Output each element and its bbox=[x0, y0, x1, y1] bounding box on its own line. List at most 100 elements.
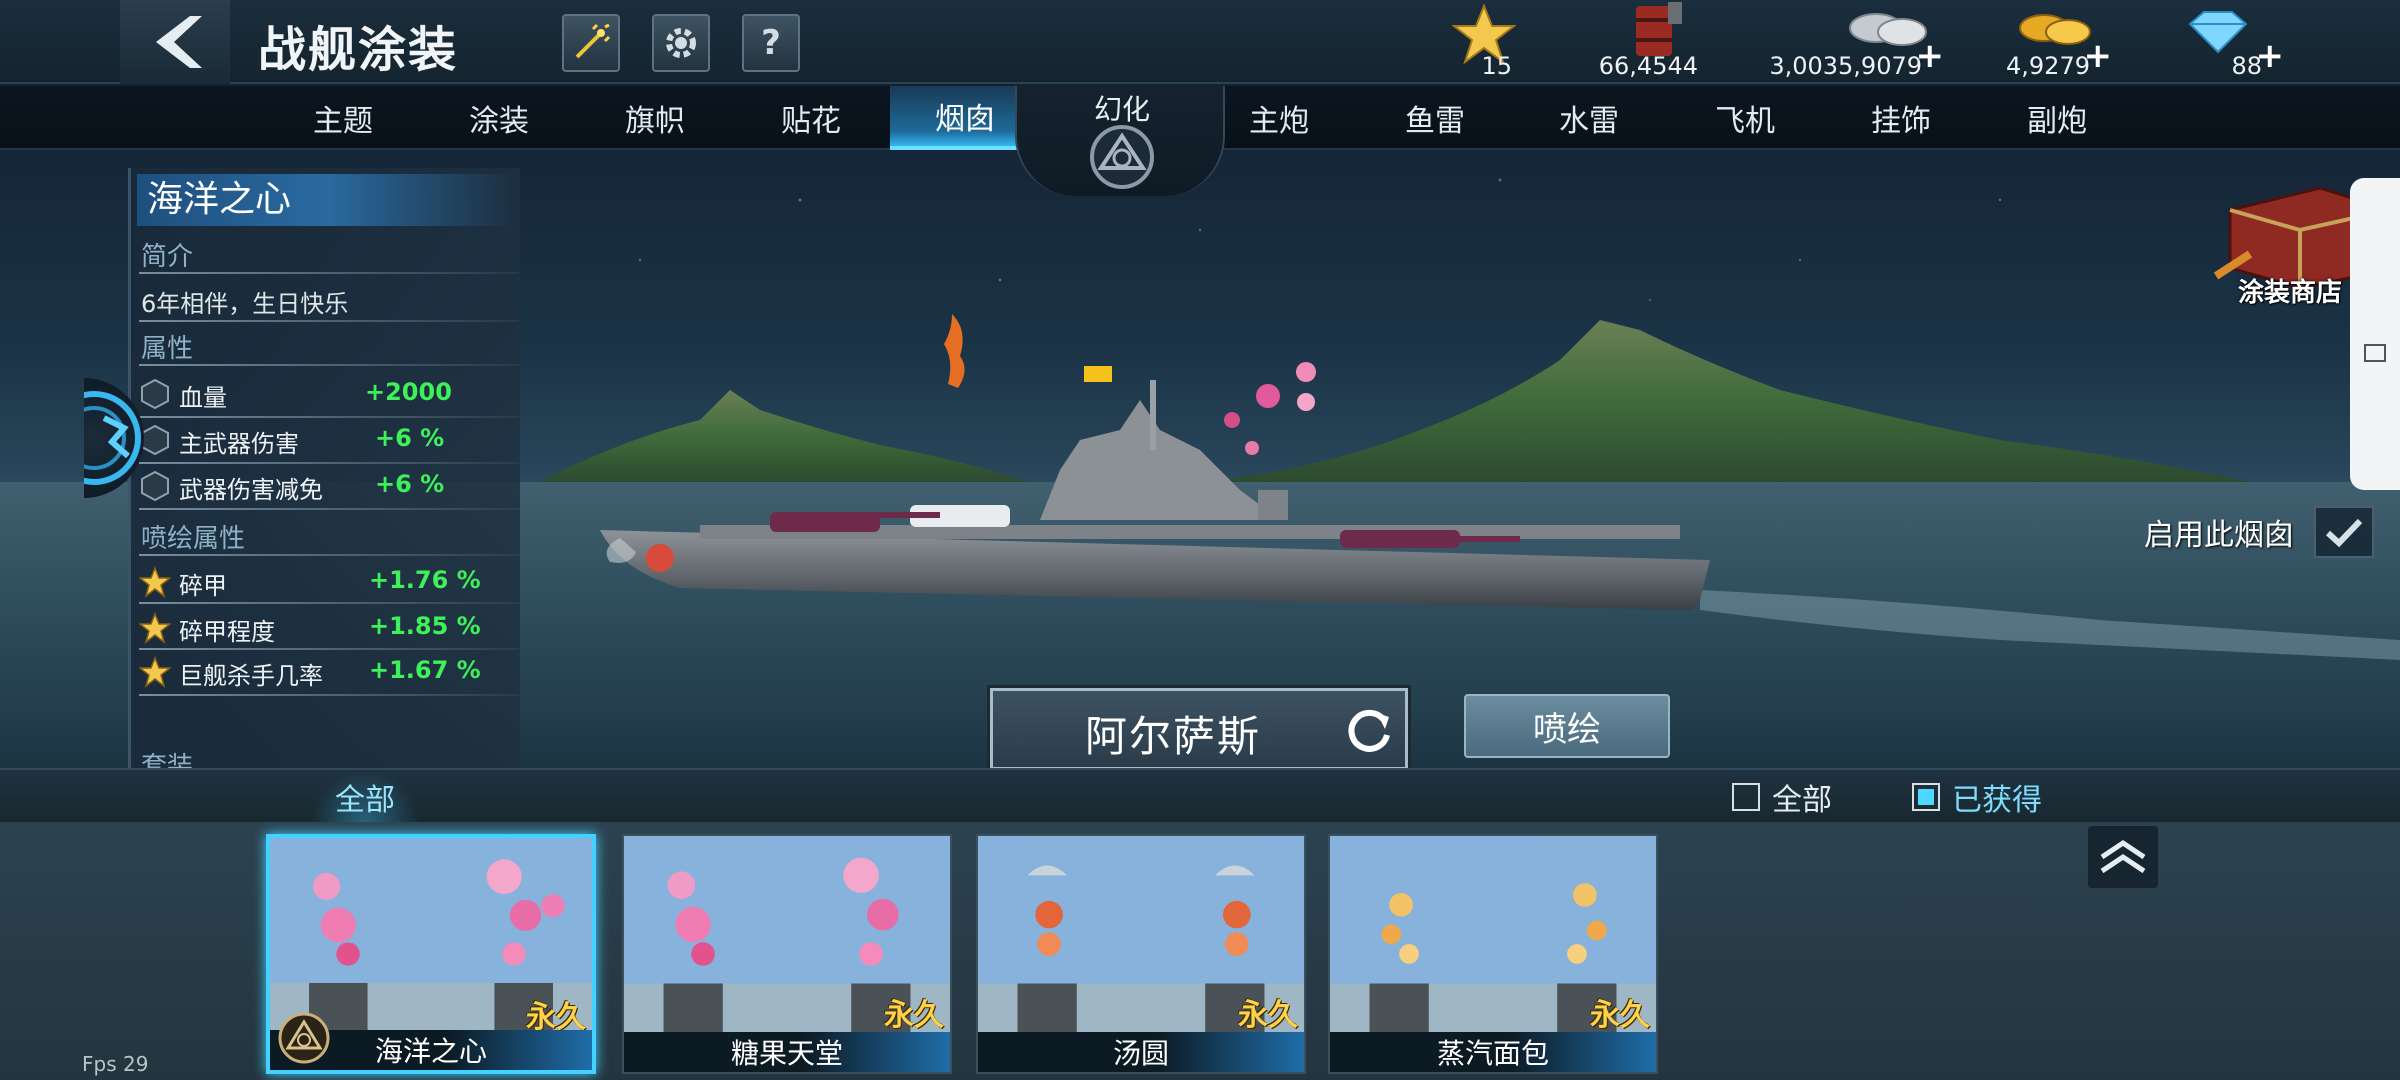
enable-chimney-checkbox[interactable] bbox=[2314, 506, 2374, 558]
resource-star: 15 bbox=[1452, 0, 1516, 84]
settings-button[interactable] bbox=[652, 14, 710, 72]
spray-attr-name: 碎甲 bbox=[179, 572, 227, 600]
page-title: 战舰涂装 bbox=[258, 22, 459, 78]
back-button[interactable] bbox=[120, 0, 230, 84]
tab-flag[interactable]: 旗帜 bbox=[580, 86, 730, 150]
category-all-tab[interactable]: 全部 bbox=[310, 770, 420, 824]
filter-all-checkbox[interactable] bbox=[1732, 783, 1760, 811]
permanent-tag: 永久 bbox=[884, 998, 944, 1033]
divider bbox=[139, 364, 519, 366]
oil-barrel-icon bbox=[1636, 2, 1682, 56]
spray-attr-row: 巨舰杀手几率 +1.67 % bbox=[139, 652, 519, 694]
resource-silver[interactable]: 3,0035,9079 + bbox=[1769, 0, 1944, 84]
chimney-item-name: 糖果天堂 bbox=[624, 1032, 950, 1072]
add-gold-button[interactable]: + bbox=[2084, 36, 2113, 76]
divider bbox=[139, 462, 519, 464]
star-badge-icon bbox=[139, 566, 171, 598]
filter-owned[interactable]: 已获得 bbox=[1912, 780, 2042, 818]
divider bbox=[139, 694, 519, 696]
diamond-icon bbox=[2188, 11, 2248, 54]
hexagon-stat-icon bbox=[141, 378, 169, 410]
permanent-tag: 永久 bbox=[1590, 998, 1650, 1033]
divider bbox=[139, 602, 519, 604]
filter-owned-checkbox[interactable] bbox=[1912, 783, 1940, 811]
filter-owned-label: 已获得 bbox=[1952, 783, 2042, 818]
chimney-item[interactable]: 永久 海洋之心 bbox=[266, 834, 596, 1074]
side-drawer-handle[interactable] bbox=[2350, 178, 2400, 490]
divider bbox=[139, 416, 519, 418]
double-chevron-up-icon bbox=[2100, 839, 2146, 874]
chimney-item[interactable]: 永久 汤圆 bbox=[976, 834, 1306, 1074]
divider bbox=[139, 508, 519, 510]
spray-attr-name: 巨舰杀手几率 bbox=[179, 662, 323, 690]
permanent-tag: 永久 bbox=[1238, 998, 1298, 1033]
resource-gold[interactable]: 4,9279 + bbox=[2006, 0, 2112, 84]
silver-count: 3,0035,9079 bbox=[1769, 52, 1922, 80]
chimney-item[interactable]: 永久 蒸汽面包 bbox=[1328, 834, 1658, 1074]
spray-paint-button[interactable]: 喷绘 bbox=[1464, 694, 1670, 758]
tab-theme[interactable]: 主题 bbox=[268, 86, 418, 150]
filter-all[interactable]: 全部 bbox=[1732, 780, 1832, 818]
tab-mine[interactable]: 水雷 bbox=[1514, 86, 1664, 150]
divider bbox=[139, 554, 519, 556]
resource-diamond[interactable]: 88 + bbox=[2178, 0, 2284, 84]
gold-count: 4,9279 bbox=[2006, 52, 2090, 80]
fireworks-button[interactable] bbox=[562, 14, 620, 72]
divider bbox=[139, 320, 519, 322]
gear-icon bbox=[666, 28, 696, 58]
skin-name: 海洋之心 bbox=[137, 174, 517, 226]
tab-torpedo[interactable]: 鱼雷 bbox=[1360, 86, 1510, 150]
spray-attr-value: +1.67 % bbox=[369, 656, 481, 684]
tab-decal[interactable]: 贴花 bbox=[736, 86, 886, 150]
enable-chimney-label: 启用此烟囱 bbox=[2144, 518, 2294, 553]
attr-name: 武器伤害减免 bbox=[179, 476, 323, 504]
divider bbox=[139, 648, 519, 650]
paint-shop-label: 涂装商店 bbox=[2238, 278, 2343, 308]
spray-attr-row: 碎甲 +1.76 % bbox=[139, 562, 519, 604]
ship-name: 阿尔萨斯 bbox=[1084, 712, 1261, 761]
star-badge-icon bbox=[139, 656, 171, 688]
star-count: 15 bbox=[1481, 52, 1512, 80]
illusion-emblem-icon bbox=[278, 1012, 330, 1064]
skin-info-panel: 海洋之心 简介 6年相伴，生日快乐 属性 血量 +2000 主武器伤害 +6 %… bbox=[128, 168, 520, 768]
tab-aircraft[interactable]: 飞机 bbox=[1670, 86, 1820, 150]
collapse-list-button[interactable] bbox=[2088, 826, 2158, 888]
add-diamond-button[interactable]: + bbox=[2256, 36, 2285, 76]
divider bbox=[139, 272, 519, 274]
tab-paint[interactable]: 涂装 bbox=[424, 86, 574, 150]
attr-value: +2000 bbox=[365, 378, 452, 406]
refresh-icon[interactable] bbox=[1343, 705, 1395, 757]
filter-bar: 全部 全部 已获得 bbox=[0, 768, 2400, 824]
chimney-item[interactable]: 永久 糖果天堂 bbox=[622, 834, 952, 1074]
enable-chimney-toggle[interactable]: 启用此烟囱 bbox=[2130, 500, 2380, 560]
filter-all-label: 全部 bbox=[1772, 783, 1832, 818]
tab-secondary-gun[interactable]: 副炮 bbox=[1982, 86, 2132, 150]
spray-attr-value: +1.85 % bbox=[369, 612, 481, 640]
add-silver-button[interactable]: + bbox=[1916, 36, 1945, 76]
attr-value: +6 % bbox=[375, 424, 445, 452]
intro-heading: 简介 bbox=[141, 242, 194, 272]
spray-attr-name: 碎甲程度 bbox=[179, 618, 275, 646]
help-button[interactable]: ? bbox=[742, 14, 800, 72]
spray-attr-heading: 喷绘属性 bbox=[141, 524, 246, 554]
chimney-item-name: 蒸汽面包 bbox=[1330, 1032, 1656, 1072]
tab-ornament[interactable]: 挂饰 bbox=[1826, 86, 1976, 150]
intro-text: 6年相伴，生日快乐 bbox=[141, 290, 349, 318]
spray-attr-row: 碎甲程度 +1.85 % bbox=[139, 608, 519, 650]
attr-value: +6 % bbox=[375, 470, 445, 498]
oil-count: 66,4544 bbox=[1598, 52, 1698, 80]
hexagon-stat-icon bbox=[141, 470, 169, 502]
ship-name-plate[interactable]: 阿尔萨斯 bbox=[990, 688, 1408, 770]
attr-row: 主武器伤害 +6 % bbox=[139, 420, 519, 462]
attr-heading: 属性 bbox=[141, 334, 194, 364]
chimney-item-name: 汤圆 bbox=[978, 1032, 1304, 1072]
chevron-left-icon bbox=[156, 16, 202, 68]
spray-attr-value: +1.76 % bbox=[369, 566, 481, 594]
attr-name: 主武器伤害 bbox=[179, 430, 299, 458]
checkmark-icon bbox=[2325, 518, 2363, 548]
fireworks-icon bbox=[575, 23, 611, 59]
illusion-emblem-icon bbox=[1090, 125, 1154, 189]
resource-oil: 66,4544 bbox=[1594, 0, 1698, 84]
tab-illusion[interactable]: 幻化 bbox=[1015, 86, 1225, 196]
attr-row: 血量 +2000 bbox=[139, 374, 519, 416]
